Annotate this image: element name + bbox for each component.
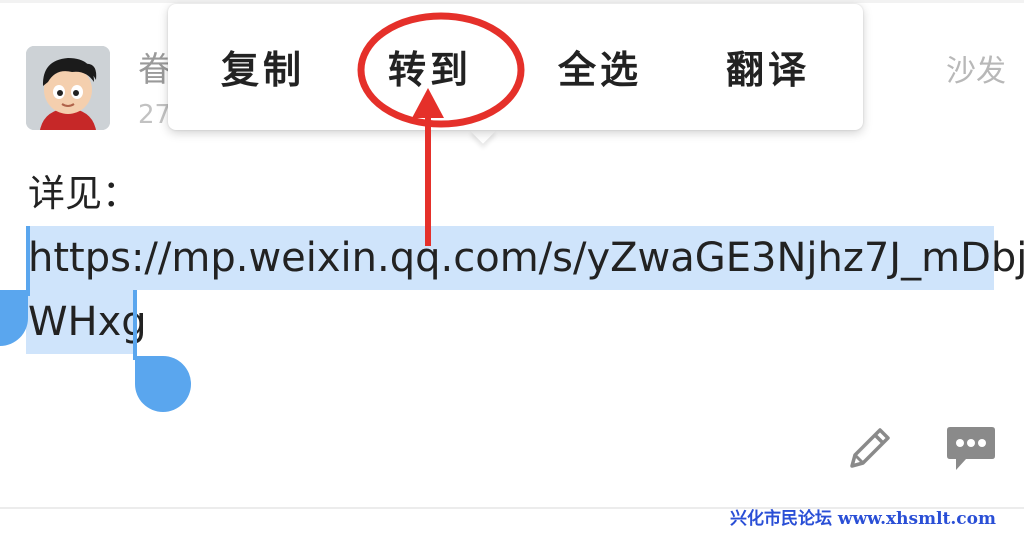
post-link-text[interactable]: https://mp.weixin.qq.com/s/yZwaGE3Njhz7J… [28, 232, 1024, 284]
avatar[interactable] [26, 46, 110, 130]
pencil-icon[interactable] [844, 422, 896, 474]
top-divider [0, 0, 1024, 3]
menu-item-translate[interactable]: 翻译 [698, 40, 838, 100]
post-link-text-continued[interactable]: WHxg [28, 296, 147, 348]
site-watermark: 兴化市民论坛 www.xhsmlt.com [730, 509, 996, 529]
post-body-label: 详见： [28, 172, 139, 215]
floor-label: 沙发 [946, 54, 1006, 89]
menu-item-goto[interactable]: 转到 [360, 40, 500, 100]
selection-end-handle[interactable] [135, 356, 191, 412]
avatar-cartoon-icon [26, 46, 110, 130]
selection-start-handle[interactable] [0, 290, 28, 346]
post-time: 27 [138, 100, 172, 130]
text-selection-context-menu: 复制 转到 全选 翻译 [168, 4, 863, 130]
menu-item-copy[interactable]: 复制 [193, 40, 333, 100]
username[interactable]: 眷 [138, 50, 172, 90]
selection-start-handle-stem [26, 226, 30, 296]
menu-item-select-all[interactable]: 全选 [530, 40, 670, 100]
selection-end-handle-stem [133, 290, 137, 360]
comment-bubble-icon[interactable] [944, 424, 998, 474]
